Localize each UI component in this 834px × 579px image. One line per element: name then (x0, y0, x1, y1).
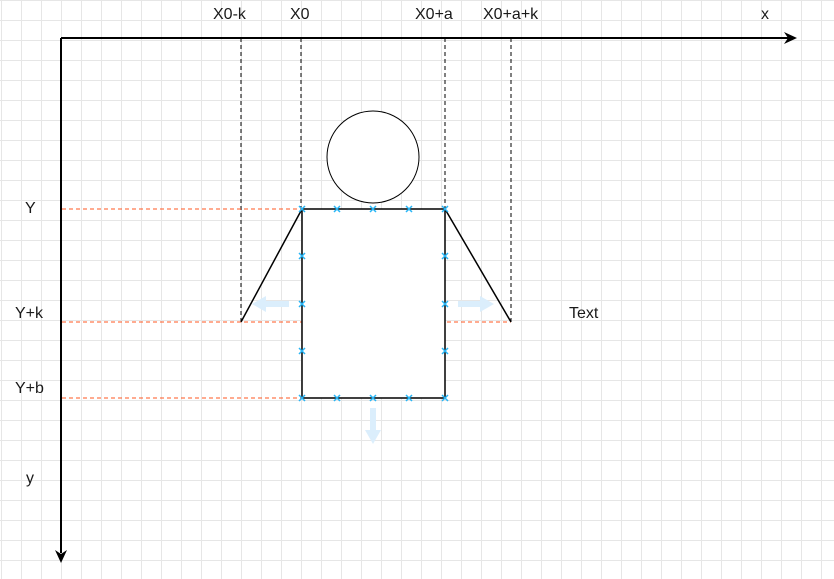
x-marker-x0-plus-a-plus-k: X0+a+k (483, 6, 539, 23)
resize-arrow-down-icon[interactable] (365, 408, 381, 444)
x-marker-x0-minus-k: X0-k (213, 6, 246, 23)
x-marker-x0-plus-a: X0+a (415, 6, 453, 23)
x-axis-label: x (761, 6, 769, 23)
body-rect[interactable] (301, 208, 446, 399)
y-axis-label: y (26, 470, 34, 487)
y-marker-y-plus-b: Y+b (15, 380, 44, 397)
resize-arrow-left-icon[interactable] (252, 296, 289, 312)
head-circle[interactable] (326, 110, 420, 204)
resize-arrow-right-icon[interactable] (458, 296, 494, 312)
free-text-label[interactable]: Text (569, 306, 598, 322)
y-marker-y: Y (25, 200, 36, 217)
y-marker-y-plus-k: Y+k (15, 305, 44, 322)
diagram-canvas (55, 32, 797, 563)
x-marker-x0: X0 (290, 6, 310, 23)
